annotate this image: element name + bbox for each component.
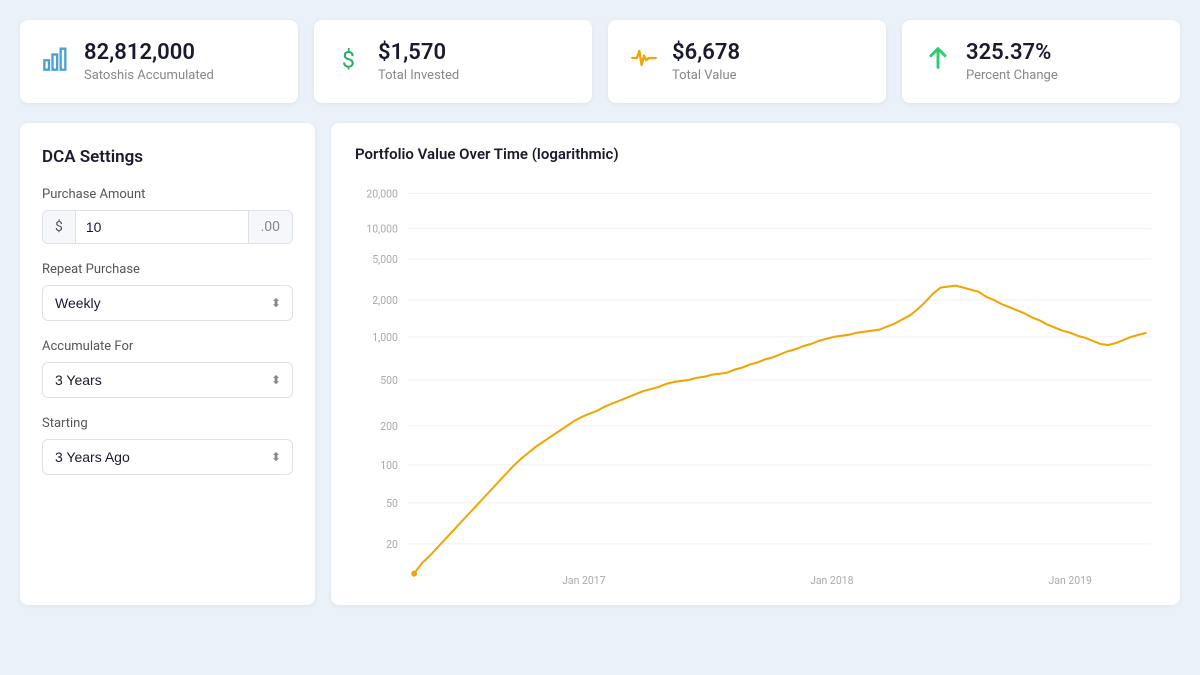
y-axis: 20,000 10,000 5,000 2,000 1,000 500 200 … xyxy=(366,187,398,551)
card-label-invested: Total Invested xyxy=(378,68,459,83)
starting-wrap: 1 Year Ago 2 Years Ago 3 Years Ago 4 Yea… xyxy=(42,439,293,475)
card-percent: 325.37% Percent Change xyxy=(902,20,1180,103)
starting-select[interactable]: 1 Year Ago 2 Years Ago 3 Years Ago 4 Yea… xyxy=(42,439,293,475)
svg-text:20: 20 xyxy=(386,538,398,551)
svg-text:500: 500 xyxy=(380,374,398,387)
portfolio-line xyxy=(414,286,1146,574)
svg-text:Jan 2019: Jan 2019 xyxy=(1048,574,1091,587)
purchase-amount-group: Purchase Amount $ .00 xyxy=(42,187,293,244)
chart-svg: 20,000 10,000 5,000 2,000 1,000 500 200 … xyxy=(355,179,1156,589)
purchase-amount-input[interactable] xyxy=(76,211,248,243)
main-section: DCA Settings Purchase Amount $ .00 Repea… xyxy=(20,123,1180,605)
card-invested: $ $1,570 Total Invested xyxy=(314,20,592,103)
chart-panel: Portfolio Value Over Time (logarithmic) … xyxy=(331,123,1180,605)
accumulate-for-select[interactable]: 1 Year 2 Years 3 Years 4 Years 5 Years xyxy=(42,362,293,398)
starting-group: Starting 1 Year Ago 2 Years Ago 3 Years … xyxy=(42,416,293,475)
card-value-value: $6,678 xyxy=(672,40,740,66)
svg-text:50: 50 xyxy=(386,497,398,510)
svg-text:2,000: 2,000 xyxy=(372,294,398,307)
card-label-value: Total Value xyxy=(672,68,740,83)
card-content-value: $6,678 Total Value xyxy=(672,40,740,83)
purchase-amount-label: Purchase Amount xyxy=(42,187,293,202)
card-content-satoshis: 82,812,000 Satoshis Accumulated xyxy=(84,40,214,83)
card-value-percent: 325.37% xyxy=(966,40,1058,66)
card-value-satoshis: 82,812,000 xyxy=(84,40,214,66)
card-label-percent: Percent Change xyxy=(966,68,1058,83)
chart-title: Portfolio Value Over Time (logarithmic) xyxy=(355,145,1156,163)
purchase-amount-prefix: $ xyxy=(43,211,76,243)
card-content-invested: $1,570 Total Invested xyxy=(378,40,459,83)
purchase-amount-suffix: .00 xyxy=(248,211,292,243)
chart-start-dot xyxy=(411,571,417,577)
svg-text:20,000: 20,000 xyxy=(366,187,398,200)
chart-area: 20,000 10,000 5,000 2,000 1,000 500 200 … xyxy=(355,179,1156,589)
card-satoshis: 82,812,000 Satoshis Accumulated xyxy=(20,20,298,103)
card-value-invested: $1,570 xyxy=(378,40,459,66)
card-content-percent: 325.37% Percent Change xyxy=(966,40,1058,83)
bar-chart-icon xyxy=(42,44,70,79)
accumulate-for-label: Accumulate For xyxy=(42,339,293,354)
settings-title: DCA Settings xyxy=(42,147,293,167)
accumulate-for-group: Accumulate For 1 Year 2 Years 3 Years 4 … xyxy=(42,339,293,398)
svg-text:10,000: 10,000 xyxy=(366,222,398,235)
purchase-amount-wrap: $ .00 xyxy=(42,210,293,244)
x-axis: Jan 2017 Jan 2018 Jan 2019 xyxy=(562,574,1092,587)
svg-text:100: 100 xyxy=(380,459,398,472)
svg-text:1,000: 1,000 xyxy=(372,331,398,344)
repeat-purchase-label: Repeat Purchase xyxy=(42,262,293,277)
pulse-icon xyxy=(630,44,658,79)
svg-text:Jan 2018: Jan 2018 xyxy=(810,574,853,587)
settings-panel: DCA Settings Purchase Amount $ .00 Repea… xyxy=(20,123,315,605)
repeat-purchase-group: Repeat Purchase Weekly Daily Monthly ⬍ xyxy=(42,262,293,321)
svg-text:5,000: 5,000 xyxy=(372,253,398,266)
grid-lines xyxy=(407,194,1151,545)
repeat-purchase-select[interactable]: Weekly Daily Monthly xyxy=(42,285,293,321)
svg-text:$: $ xyxy=(342,46,355,73)
card-value: $6,678 Total Value xyxy=(608,20,886,103)
dollar-icon: $ xyxy=(336,44,364,79)
accumulate-for-wrap: 1 Year 2 Years 3 Years 4 Years 5 Years ⬍ xyxy=(42,362,293,398)
repeat-purchase-wrap: Weekly Daily Monthly ⬍ xyxy=(42,285,293,321)
top-cards-section: 82,812,000 Satoshis Accumulated $ $1,570… xyxy=(20,20,1180,103)
arrow-up-icon xyxy=(924,44,952,79)
svg-text:Jan 2017: Jan 2017 xyxy=(562,574,605,587)
card-label-satoshis: Satoshis Accumulated xyxy=(84,68,214,83)
starting-label: Starting xyxy=(42,416,293,431)
svg-text:200: 200 xyxy=(380,420,398,433)
